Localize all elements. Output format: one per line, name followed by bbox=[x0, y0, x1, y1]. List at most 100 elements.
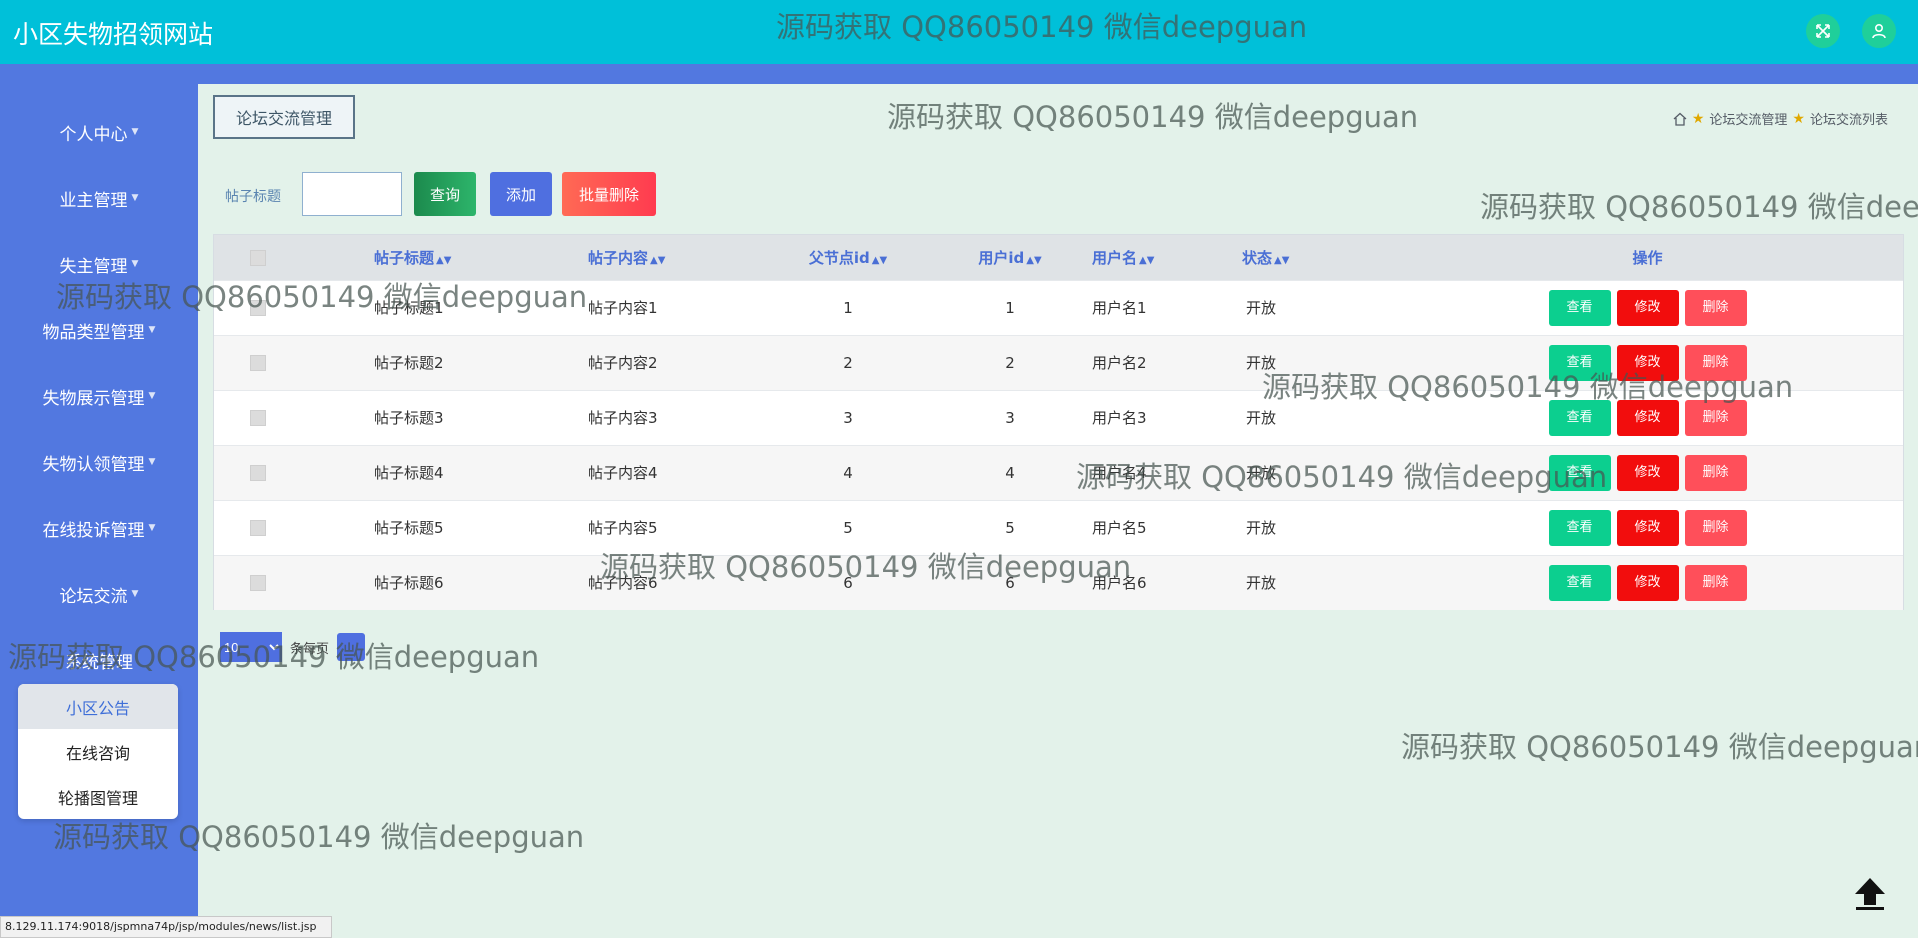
cell-title: 帖子标题5 bbox=[374, 499, 588, 555]
row-checkbox[interactable] bbox=[250, 355, 266, 371]
chevron-down-icon: ▼ bbox=[131, 259, 139, 269]
main-content: 论坛交流管理 ★ 论坛交流管理 ★ 论坛交流列表 帖子标题 查询 添加 批量删除… bbox=[198, 84, 1918, 938]
cell-title: 帖子标题6 bbox=[374, 554, 588, 610]
column-header-userid[interactable]: 用户id ▲▼ bbox=[928, 235, 1092, 280]
sort-icon: ▲▼ bbox=[871, 254, 888, 266]
cell-content: 帖子内容5 bbox=[588, 499, 768, 555]
search-label: 帖子标题 bbox=[225, 189, 281, 205]
fullscreen-button[interactable] bbox=[1806, 14, 1840, 48]
cell-actions: 查看 修改 删除 bbox=[1392, 499, 1903, 555]
row-select-cell bbox=[214, 334, 374, 390]
edit-button[interactable]: 修改 bbox=[1616, 564, 1679, 601]
breadcrumb: ★ 论坛交流管理 ★ 论坛交流列表 bbox=[1673, 109, 1888, 128]
sidebar-item-loser-management[interactable]: 失主管理 ▼ bbox=[0, 244, 198, 284]
cell-actions: 查看 修改 删除 bbox=[1392, 554, 1903, 610]
cell-userid: 5 bbox=[928, 499, 1092, 555]
sidebar-item-owner-management[interactable]: 业主管理 ▼ bbox=[0, 178, 198, 218]
edit-button[interactable]: 修改 bbox=[1616, 454, 1679, 491]
view-button[interactable]: 查看 bbox=[1548, 344, 1611, 381]
sort-icon: ▲▼ bbox=[436, 254, 452, 266]
delete-button[interactable]: 删除 bbox=[1684, 399, 1747, 436]
cell-actions: 查看 修改 删除 bbox=[1392, 444, 1903, 500]
sidebar-item-claim-management[interactable]: 失物认领管理 ▼ bbox=[0, 442, 198, 482]
delete-button[interactable]: 删除 bbox=[1684, 344, 1747, 381]
home-icon[interactable] bbox=[1673, 112, 1687, 126]
cell-userid: 3 bbox=[928, 389, 1092, 445]
delete-button[interactable]: 删除 bbox=[1684, 509, 1747, 546]
select-all-checkbox[interactable] bbox=[250, 249, 266, 266]
row-select-cell bbox=[214, 279, 374, 335]
table-row: 帖子标题5 帖子内容5 5 5 用户名5 开放 查看 修改 删除 bbox=[214, 499, 1903, 555]
chevron-down-icon: ▼ bbox=[148, 325, 156, 335]
sidebar-item-complaint-management[interactable]: 在线投诉管理 ▼ bbox=[0, 508, 198, 548]
table-header-row: 帖子标题 ▲▼ 帖子内容 ▲▼ 父节点id ▲▼ 用户id ▲▼ 用户名 ▲▼ 状态 ▲▼ … bbox=[214, 235, 1903, 280]
edit-button[interactable]: 修改 bbox=[1616, 289, 1679, 326]
cell-content: 帖子内容1 bbox=[588, 279, 768, 335]
view-button[interactable]: 查看 bbox=[1548, 289, 1611, 326]
view-button[interactable]: 查看 bbox=[1548, 564, 1611, 601]
view-button[interactable]: 查看 bbox=[1548, 399, 1611, 436]
page-number-button[interactable] bbox=[337, 633, 366, 661]
breadcrumb-item[interactable]: 论坛交流管理 bbox=[1709, 109, 1787, 128]
chevron-down-icon: ▼ bbox=[131, 193, 139, 203]
cell-title: 帖子标题4 bbox=[374, 444, 588, 500]
delete-button[interactable]: 删除 bbox=[1684, 289, 1747, 326]
cell-username: 用户名5 bbox=[1092, 499, 1242, 555]
view-button[interactable]: 查看 bbox=[1548, 509, 1611, 546]
sidebar-item-label: 在线投诉管理 bbox=[42, 520, 145, 541]
row-checkbox[interactable] bbox=[250, 465, 266, 481]
sort-icon: ▲▼ bbox=[1274, 254, 1290, 266]
sidebar-item-label: 论坛交流 bbox=[59, 586, 128, 607]
view-button[interactable]: 查看 bbox=[1548, 454, 1611, 491]
sidebar-item-forum[interactable]: 论坛交流 ▼ bbox=[0, 574, 198, 614]
column-header-content[interactable]: 帖子内容 ▲▼ bbox=[588, 235, 768, 280]
edit-button[interactable]: 修改 bbox=[1616, 344, 1679, 381]
cell-status: 开放 bbox=[1242, 554, 1392, 610]
row-select-cell bbox=[214, 499, 374, 555]
tab-forum-management[interactable]: 论坛交流管理 bbox=[213, 95, 355, 139]
submenu-item-announcement[interactable]: 小区公告 bbox=[18, 684, 178, 729]
cell-content: 帖子内容3 bbox=[588, 389, 768, 445]
submenu-item-carousel[interactable]: 轮播图管理 bbox=[18, 774, 178, 819]
column-header-parentid[interactable]: 父节点id ▲▼ bbox=[768, 235, 928, 280]
submenu-item-consulting[interactable]: 在线咨询 bbox=[18, 729, 178, 774]
sidebar-item-system-management[interactable]: 系统管理 bbox=[0, 640, 198, 680]
sidebar-item-personal-center[interactable]: 个人中心 ▼ bbox=[0, 112, 198, 152]
status-url-bar: 8.129.11.174:9018/jspmna74p/jsp/modules/… bbox=[0, 916, 332, 938]
cell-content: 帖子内容2 bbox=[588, 334, 768, 390]
column-header-status[interactable]: 状态 ▲▼ bbox=[1242, 235, 1392, 280]
edit-button[interactable]: 修改 bbox=[1616, 399, 1679, 436]
delete-button[interactable]: 删除 bbox=[1684, 454, 1747, 491]
batch-delete-button[interactable]: 批量删除 bbox=[562, 172, 656, 216]
column-header-title[interactable]: 帖子标题 ▲▼ bbox=[374, 235, 588, 280]
cell-parentid: 4 bbox=[768, 444, 928, 500]
user-menu-button[interactable] bbox=[1862, 14, 1896, 48]
edit-button[interactable]: 修改 bbox=[1616, 509, 1679, 546]
row-checkbox[interactable] bbox=[250, 575, 266, 592]
sidebar-item-lost-display-management[interactable]: 失物展示管理 ▼ bbox=[0, 376, 198, 416]
sort-icon: ▲▼ bbox=[1026, 254, 1042, 266]
table-row: 帖子标题3 帖子内容3 3 3 用户名3 开放 查看 修改 删除 bbox=[214, 389, 1903, 445]
back-to-top-button[interactable] bbox=[1850, 873, 1890, 913]
cell-title: 帖子标题2 bbox=[374, 334, 588, 390]
page-size-select[interactable]: 10 bbox=[220, 632, 282, 662]
sidebar-item-item-type-management[interactable]: 物品类型管理 ▼ bbox=[0, 310, 198, 350]
arrow-up-icon bbox=[1855, 878, 1885, 910]
row-checkbox[interactable] bbox=[250, 520, 266, 536]
sort-icon: ▲▼ bbox=[650, 254, 666, 266]
column-header-username[interactable]: 用户名 ▲▼ bbox=[1092, 235, 1242, 280]
cell-content: 帖子内容4 bbox=[588, 444, 768, 500]
table-row: 帖子标题6 帖子内容6 6 6 用户名6 开放 查看 修改 删除 bbox=[214, 554, 1903, 610]
delete-button[interactable]: 删除 bbox=[1684, 564, 1747, 601]
table-row: 帖子标题4 帖子内容4 4 4 用户名4 开放 查看 修改 删除 bbox=[214, 444, 1903, 500]
row-checkbox[interactable] bbox=[250, 410, 266, 426]
query-button[interactable]: 查询 bbox=[414, 172, 476, 216]
add-button[interactable]: 添加 bbox=[490, 172, 552, 216]
cell-actions: 查看 修改 删除 bbox=[1392, 389, 1903, 445]
sidebar-item-label: 系统管理 bbox=[65, 652, 133, 673]
row-select-cell bbox=[214, 389, 374, 445]
chevron-down-icon: ▼ bbox=[131, 589, 139, 599]
search-input[interactable] bbox=[302, 172, 402, 216]
row-checkbox[interactable] bbox=[250, 300, 266, 316]
sidebar-item-label: 失物认领管理 bbox=[42, 454, 145, 475]
